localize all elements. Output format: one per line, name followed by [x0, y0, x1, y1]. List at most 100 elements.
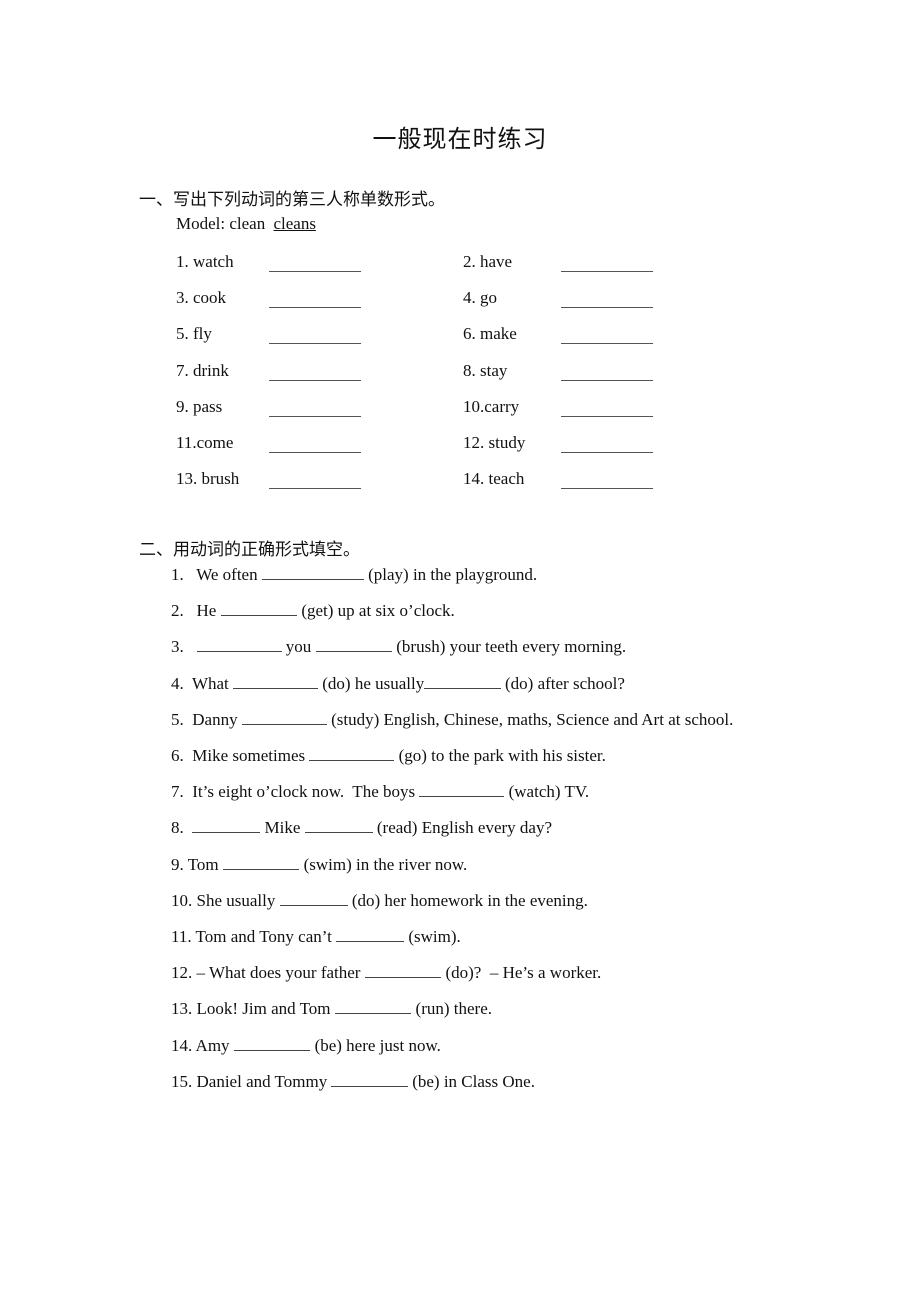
- model-answer: cleans: [273, 214, 316, 233]
- answer-blank[interactable]: [561, 342, 653, 345]
- sentence-text: (brush) your teeth every morning.: [392, 637, 627, 657]
- answer-blank[interactable]: [220, 601, 298, 617]
- sentence-text: 1. We often: [171, 565, 262, 584]
- sentence-item: 15. Daniel and Tommy (be) in Class One.: [171, 1072, 535, 1092]
- sentence-text: (do) he usually: [318, 673, 425, 693]
- sentence-item: 7. It’s eight o’clock now. The boys (wat…: [171, 782, 589, 802]
- sentence-item: 1. We often (play) in the playground.: [171, 565, 537, 585]
- section-2-heading: 二、用动词的正确形式填空。: [139, 540, 360, 560]
- sentence-text: 5. Danny: [171, 709, 242, 729]
- answer-blank[interactable]: [196, 637, 282, 653]
- sentence-text: (play) in the playground.: [363, 565, 538, 584]
- answer-blank[interactable]: [334, 999, 412, 1015]
- sentence-text: (swim).: [404, 927, 461, 946]
- sentence-item: 9. Tom (swim) in the river now.: [171, 855, 467, 875]
- sentence-text: 2. He: [171, 601, 221, 621]
- verb-item-label: 5. fly: [176, 324, 212, 344]
- sentence-text: (do) her homework in the evening.: [347, 890, 588, 910]
- sentence-item: 12. – What does your father (do)? – He’s…: [171, 963, 601, 983]
- sentence-text: (be) in Class One.: [407, 1071, 535, 1091]
- answer-blank[interactable]: [269, 306, 361, 309]
- sentence-text: 12. – What does your father: [171, 963, 365, 983]
- sentence-item: 14. Amy (be) here just now.: [171, 1036, 441, 1056]
- verb-item-label: 7. drink: [176, 360, 229, 380]
- verb-item-label: 2. have: [463, 252, 513, 271]
- sentence-item: 4. What (do) he usually (do) after schoo…: [171, 674, 625, 694]
- sentence-text: 4. What: [171, 673, 234, 693]
- answer-blank[interactable]: [309, 746, 395, 761]
- answer-blank[interactable]: [424, 674, 501, 689]
- worksheet-title: 一般现在时练习: [372, 125, 548, 153]
- verb-item-label: 14. teach: [463, 469, 525, 489]
- answer-blank[interactable]: [561, 487, 653, 490]
- verb-item-label: 13. brush: [176, 469, 240, 489]
- answer-blank[interactable]: [233, 674, 319, 689]
- verb-item-label: 3. cook: [176, 288, 227, 308]
- answer-blank[interactable]: [269, 451, 361, 453]
- answer-blank[interactable]: [269, 342, 361, 345]
- sentence-text: 3.: [171, 637, 197, 657]
- answer-blank[interactable]: [222, 855, 300, 870]
- sentence-text: Mike: [260, 818, 305, 838]
- verb-item-label: 9. pass: [176, 396, 223, 416]
- verb-item-label: 12. study: [463, 433, 526, 452]
- sentence-item: 10. She usually (do) her homework in the…: [171, 891, 588, 911]
- answer-blank[interactable]: [364, 963, 442, 979]
- answer-blank[interactable]: [561, 306, 653, 309]
- sentence-text: 9. Tom: [171, 854, 223, 874]
- sentence-text: (go) to the park with his sister.: [394, 746, 606, 765]
- answer-blank[interactable]: [261, 565, 364, 580]
- answer-blank[interactable]: [561, 451, 653, 453]
- answer-blank[interactable]: [315, 637, 392, 653]
- answer-blank[interactable]: [233, 1036, 311, 1051]
- sentence-text: 10. She usually: [171, 890, 280, 910]
- model-label: Model: clean: [176, 214, 266, 233]
- answer-blank[interactable]: [336, 927, 405, 942]
- verb-item-label: 10.carry: [463, 396, 520, 416]
- section-1-heading: 一、写出下列动词的第三人称单数形式。: [139, 190, 445, 210]
- sentence-text: (be) here just now.: [310, 1035, 441, 1055]
- answer-blank[interactable]: [561, 379, 653, 381]
- sentence-text: 15. Daniel and Tommy: [171, 1071, 332, 1091]
- sentence-text: you: [281, 637, 316, 657]
- answer-blank[interactable]: [269, 487, 361, 490]
- verb-item-label: 4. go: [463, 288, 497, 308]
- model-example: Model: clean cleans: [176, 214, 316, 234]
- answer-blank[interactable]: [331, 1072, 408, 1087]
- sentence-text: (do)? – He’s a worker.: [441, 963, 602, 983]
- sentence-text: 7. It’s eight o’clock now. The boys: [171, 782, 420, 802]
- answer-blank[interactable]: [561, 270, 653, 272]
- sentence-text: (read) English every day?: [372, 818, 553, 838]
- sentence-item: 8. Mike (read) English every day?: [171, 818, 552, 838]
- sentence-text: 8.: [171, 818, 193, 838]
- verb-item-label: 8. stay: [463, 360, 508, 380]
- answer-blank[interactable]: [279, 891, 348, 906]
- sentence-item: 13. Look! Jim and Tom (run) there.: [171, 999, 492, 1019]
- verb-item-label: 11.come: [176, 433, 234, 452]
- answer-blank[interactable]: [269, 270, 361, 272]
- sentence-item: 6. Mike sometimes (go) to the park with …: [171, 746, 606, 766]
- sentence-item: 2. He (get) up at six o’clock.: [171, 601, 455, 621]
- answer-blank[interactable]: [192, 818, 261, 834]
- worksheet-page: 一般现在时练习 一、写出下列动词的第三人称单数形式。 Model: clean …: [0, 0, 920, 1302]
- answer-blank[interactable]: [304, 818, 373, 834]
- answer-blank[interactable]: [269, 415, 361, 417]
- sentence-text: (swim) in the river now.: [299, 854, 468, 874]
- sentence-text: 6. Mike sometimes: [171, 746, 310, 765]
- sentence-text: (watch) TV.: [504, 782, 590, 802]
- verb-item-label: 6. make: [463, 324, 517, 344]
- sentence-text: (get) up at six o’clock.: [297, 601, 455, 621]
- sentence-text: 14. Amy: [171, 1035, 234, 1055]
- sentence-text: (study) English, Chinese, maths, Science…: [326, 709, 734, 729]
- answer-blank[interactable]: [561, 415, 653, 417]
- answer-blank[interactable]: [419, 782, 505, 798]
- sentence-item: 3. you (brush) your teeth every morning.: [171, 637, 626, 657]
- sentence-text: 11. Tom and Tony can’t: [171, 927, 337, 946]
- sentence-text: (run) there.: [411, 999, 492, 1019]
- sentence-text: (do) after school?: [500, 673, 625, 693]
- answer-blank[interactable]: [241, 710, 327, 725]
- verb-item-label: 1. watch: [176, 252, 234, 271]
- sentence-item: 11. Tom and Tony can’t (swim).: [171, 927, 461, 947]
- answer-blank[interactable]: [269, 379, 361, 381]
- sentence-item: 5. Danny (study) English, Chinese, maths…: [171, 710, 733, 730]
